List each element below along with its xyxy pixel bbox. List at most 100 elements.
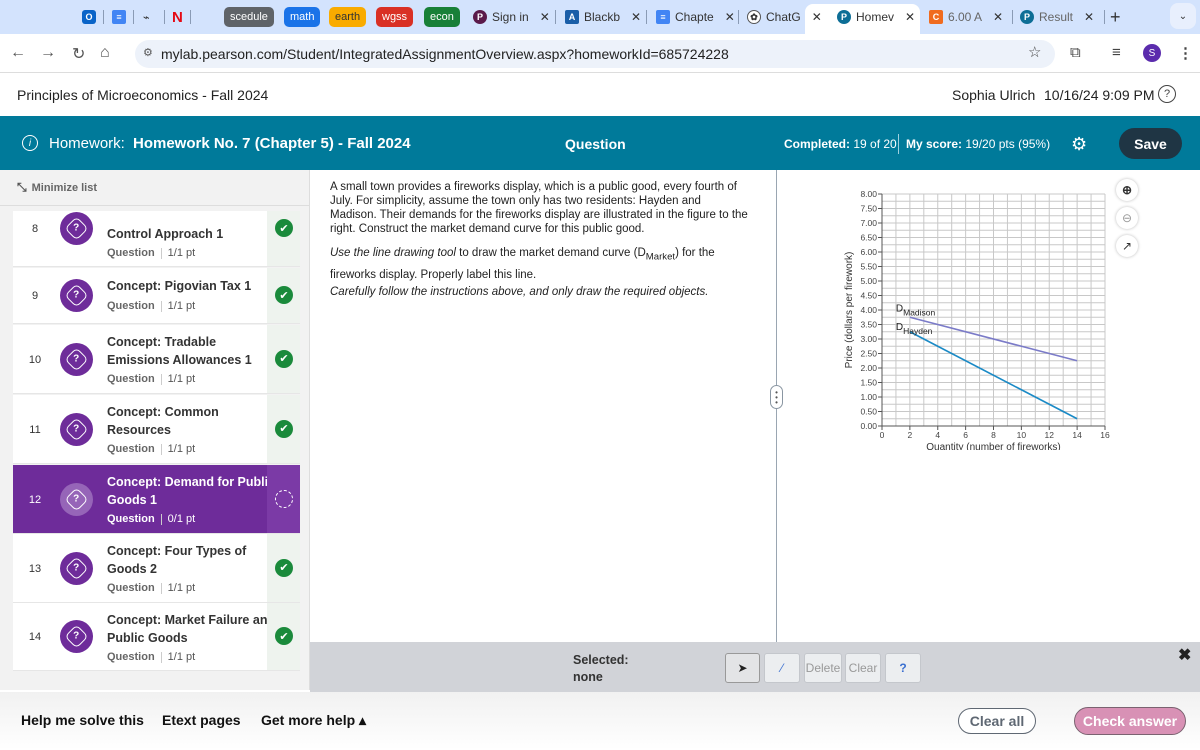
close-tab-icon[interactable]: ✕ xyxy=(631,10,641,24)
browser-menu-icon[interactable]: ⋮ xyxy=(1178,44,1193,62)
tab-results[interactable]: P Result ✕ xyxy=(1020,6,1094,28)
course-title: Principles of Microeconomics - Fall 2024 xyxy=(17,87,269,103)
bookmark-earth[interactable]: earth xyxy=(329,7,367,27)
question-list-item[interactable]: 10? Concept: Tradable Emissions Allowance… xyxy=(13,325,300,394)
outlook-bookmark[interactable]: O xyxy=(82,6,96,28)
line-tool-button[interactable]: ⁄ xyxy=(764,653,800,683)
y-tick-label: 2.00 xyxy=(860,363,877,373)
url-bar[interactable]: ⚙ mylab.pearson.com/Student/IntegratedAss… xyxy=(135,40,1055,68)
y-tick-label: 7.00 xyxy=(860,218,877,228)
question-type-icon: ? xyxy=(60,342,93,376)
new-tab-icon[interactable]: + xyxy=(1110,6,1121,28)
y-tick-label: 1.00 xyxy=(860,392,877,402)
select-tool-button[interactable]: ➤ xyxy=(725,653,760,683)
toolbar-help-button[interactable]: ? xyxy=(885,653,921,683)
y-tick-label: 1.50 xyxy=(860,378,877,388)
bookmark-math[interactable]: math xyxy=(284,7,321,27)
minimize-label: Minimize list xyxy=(31,181,98,194)
back-icon[interactable]: ← xyxy=(10,44,26,62)
question-list-item[interactable]: 14? Concept: Market Failure and Public Go… xyxy=(13,603,300,671)
save-button[interactable]: Save xyxy=(1119,128,1182,159)
clear-button[interactable]: Clear xyxy=(845,653,881,683)
open-external-icon[interactable]: ↗ xyxy=(1116,235,1138,257)
question-list-item[interactable]: 12? Concept: Demand for Public Goods 1 Que… xyxy=(13,465,300,534)
tab-homework-active[interactable]: P Homev ✕ xyxy=(837,6,915,28)
y-axis-label: Price (dollars per firework) xyxy=(844,252,855,369)
docs-bookmark[interactable]: ≡ xyxy=(112,6,126,28)
site-settings-icon[interactable]: ⚙ xyxy=(143,46,153,59)
score-status: My score: 19/20 pts (95%) xyxy=(906,137,1050,151)
help-me-solve-link[interactable]: Help me solve this xyxy=(21,712,144,728)
tab-6-00[interactable]: C 6.00 A ✕ xyxy=(929,6,1003,28)
question-type: Question xyxy=(107,582,155,594)
close-tab-icon[interactable]: ✕ xyxy=(812,10,822,24)
question-meta: Question 1/1 pt xyxy=(107,582,195,594)
divider xyxy=(103,10,104,24)
close-tab-icon[interactable]: ✕ xyxy=(905,10,915,24)
tab-chatgpt[interactable]: ✿ ChatG ✕ xyxy=(747,6,822,28)
info-icon[interactable]: i xyxy=(22,135,38,151)
question-list-item[interactable]: 11? Concept: Common Resources Question 1/1 … xyxy=(13,395,300,464)
forward-icon[interactable]: → xyxy=(40,44,56,62)
x-tick-label: 16 xyxy=(1100,430,1110,440)
close-tab-icon[interactable]: ✕ xyxy=(540,10,550,24)
tab-sign-in[interactable]: P Sign in ✕ xyxy=(473,6,550,28)
question-type-icon: ? xyxy=(60,482,93,516)
question-type: Question xyxy=(107,300,155,312)
question-meta: Question 1/1 pt xyxy=(107,300,195,312)
profile-avatar[interactable]: S xyxy=(1143,44,1161,62)
question-number: 12 xyxy=(28,493,42,506)
close-tab-icon[interactable]: ✕ xyxy=(1084,10,1094,24)
close-tab-icon[interactable]: ✕ xyxy=(725,10,735,24)
minimize-list-button[interactable]: ⤡ Minimize list xyxy=(17,180,97,195)
chatgpt-icon: ✿ xyxy=(747,10,761,24)
question-type: Question xyxy=(107,651,155,663)
etext-pages-link[interactable]: Etext pages xyxy=(162,712,241,728)
reload-icon[interactable]: ↻ xyxy=(72,44,85,64)
divider xyxy=(1012,10,1013,24)
media-queue-icon[interactable]: ≡ xyxy=(1112,44,1121,61)
complete-check-icon: ✔ xyxy=(275,627,293,645)
line-tool-icon: ⁄ xyxy=(780,661,783,675)
question-list-item[interactable]: 9? Concept: Pigovian Tax 1 Question 1/1 pt ✔ xyxy=(13,268,300,324)
tab-label: 6.00 A xyxy=(948,10,983,24)
netflix-bookmark[interactable]: N xyxy=(172,6,183,28)
question-points: 1/1 pt xyxy=(167,373,196,385)
bookmark-econ[interactable]: econ xyxy=(424,7,460,27)
delete-button[interactable]: Delete xyxy=(804,653,842,683)
get-more-help-link[interactable]: Get more help ▴ xyxy=(261,712,366,729)
divider xyxy=(1104,10,1105,24)
settings-gear-icon[interactable]: ⚙ xyxy=(1071,134,1087,155)
y-tick-label: 3.00 xyxy=(860,334,877,344)
x-tick-label: 12 xyxy=(1045,430,1055,440)
zoom-out-icon[interactable]: ⊖ xyxy=(1116,207,1138,229)
zoom-in-icon[interactable]: ⊕ xyxy=(1116,179,1138,201)
tab-blackboard[interactable]: A Blackb ✕ xyxy=(565,6,641,28)
check-answer-button[interactable]: Check answer xyxy=(1074,707,1186,735)
demand-chart[interactable]: 0.00 0.50 1.00 1.50 2.00 2.50 3.00 3.50 4.00 4.50… xyxy=(838,180,1118,450)
tab-label: Homev xyxy=(856,10,895,24)
home-icon[interactable]: ⌂ xyxy=(100,44,110,62)
user-name[interactable]: Sophia Ulrich xyxy=(952,87,1035,103)
extensions-icon[interactable]: ⧉ xyxy=(1070,44,1081,61)
close-toolbar-icon[interactable]: ✖ xyxy=(1178,645,1191,665)
question-list-item[interactable]: 8? Control Approach 1 Question 1/1 pt ✔ xyxy=(13,211,300,267)
tab-label: Blackb xyxy=(584,10,621,24)
help-icon[interactable]: ? xyxy=(1158,85,1176,103)
clear-all-button[interactable]: Clear all xyxy=(958,708,1036,734)
tab-chapter[interactable]: ≡ Chapte ✕ xyxy=(656,6,735,28)
pearson-icon: P xyxy=(1020,10,1034,24)
bird-bookmark[interactable]: ⌁ xyxy=(143,6,150,28)
instruction-subscript: Market xyxy=(645,251,676,263)
y-tick-label: 4.50 xyxy=(860,291,877,301)
tab-search-chevron-icon[interactable]: ⌄ xyxy=(1170,3,1196,29)
netflix-icon: N xyxy=(172,8,183,26)
splitter-handle[interactable]: • • • xyxy=(770,385,783,409)
bookmark-star-icon[interactable]: ☆ xyxy=(1028,43,1041,61)
close-tab-icon[interactable]: ✕ xyxy=(993,10,1003,24)
x-tick-label: 6 xyxy=(963,430,968,440)
bookmark-wgss[interactable]: wgss xyxy=(376,7,414,27)
question-list-item[interactable]: 13? Concept: Four Types of Goods 2 Questio… xyxy=(13,534,300,603)
question-title: Concept: Four Types of Goods 2 xyxy=(107,544,247,576)
bookmark-scedule[interactable]: scedule xyxy=(224,7,274,27)
